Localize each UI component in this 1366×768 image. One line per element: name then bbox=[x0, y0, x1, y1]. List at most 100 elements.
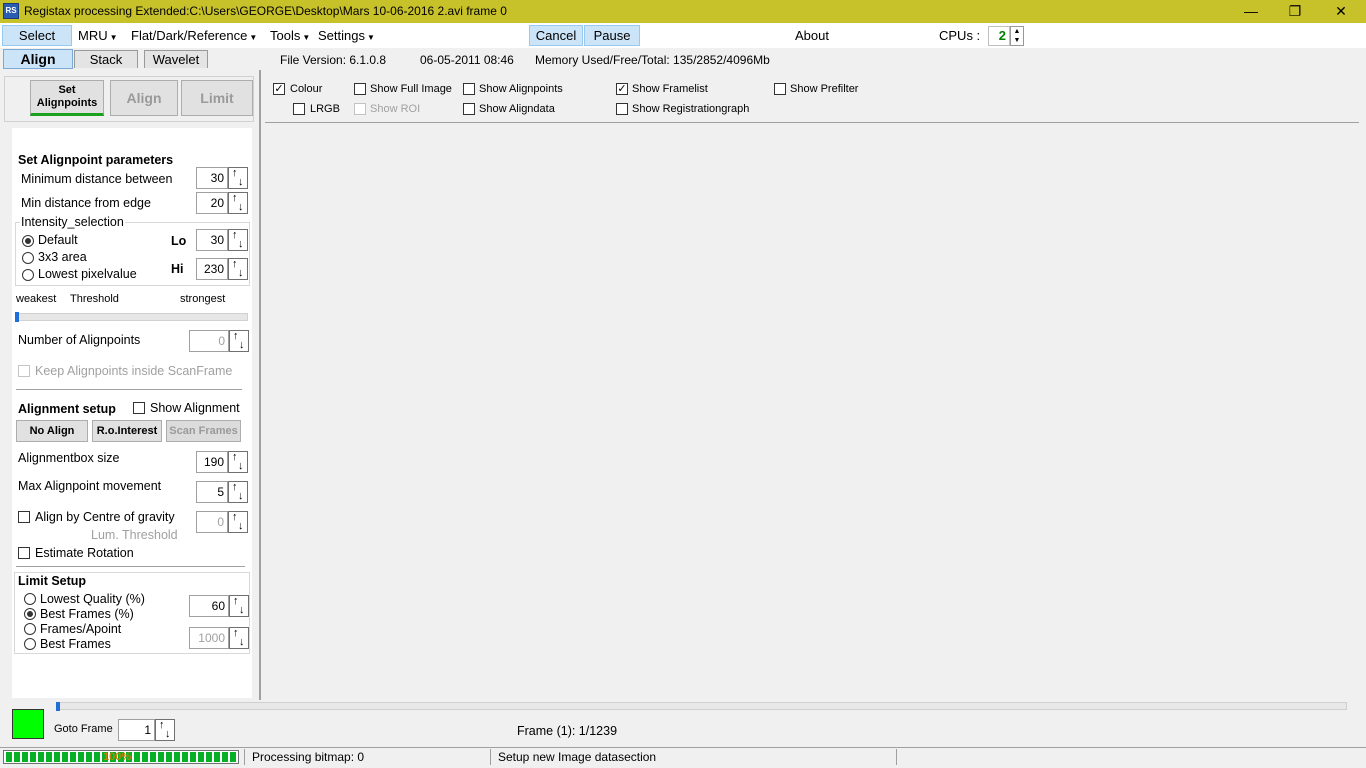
scan-frames-button[interactable]: Scan Frames bbox=[166, 420, 241, 442]
radio-default[interactable] bbox=[22, 235, 34, 247]
minimize-button[interactable]: — bbox=[1228, 0, 1274, 23]
alignbox-label: Alignmentbox size bbox=[18, 451, 120, 465]
tab-align[interactable]: Align bbox=[3, 49, 73, 69]
alignbox-input[interactable]: 190 bbox=[196, 451, 228, 473]
show-aligndata-checkbox[interactable] bbox=[463, 103, 475, 115]
close-button[interactable]: ✕ bbox=[1318, 0, 1364, 23]
radio-lowest-pixel[interactable] bbox=[22, 269, 34, 281]
cpus-spinner[interactable]: ▲ ▼ bbox=[1010, 26, 1024, 46]
show-full-image-label: Show Full Image bbox=[370, 83, 452, 95]
about-menu[interactable]: About bbox=[795, 28, 829, 43]
progress-segment bbox=[198, 752, 204, 762]
frame-slider-thumb[interactable] bbox=[56, 702, 60, 711]
file-date: 06-05-2011 08:46 bbox=[420, 53, 514, 67]
progress-segment bbox=[190, 752, 196, 762]
goto-frame-spinner[interactable]: ↑ ↓ bbox=[155, 719, 175, 741]
pause-button[interactable]: Pause bbox=[584, 25, 640, 46]
weakest-label: weakest bbox=[16, 293, 57, 305]
show-registrationgraph-label: Show Registrationgraph bbox=[632, 103, 750, 115]
show-registrationgraph-checkbox[interactable] bbox=[616, 103, 628, 115]
app-icon: RS bbox=[3, 3, 19, 19]
goto-frame-input[interactable]: 1 bbox=[118, 719, 155, 741]
alignbox-spinner[interactable]: ↑ ↓ bbox=[228, 451, 248, 473]
strongest-label: strongest bbox=[180, 293, 226, 305]
radio-3x3-label: 3x3 area bbox=[38, 250, 87, 264]
tab-wavelet[interactable]: Wavelet bbox=[144, 50, 208, 68]
mru-menu[interactable]: MRU ▼ bbox=[78, 28, 118, 43]
lrgb-checkbox[interactable] bbox=[293, 103, 305, 115]
roi-button[interactable]: R.o.Interest bbox=[92, 420, 162, 442]
divider bbox=[896, 749, 897, 765]
select-menu[interactable]: Select bbox=[2, 25, 72, 46]
tools-menu[interactable]: Tools ▼ bbox=[270, 28, 310, 43]
limit-button[interactable]: Limit bbox=[181, 80, 253, 116]
num-alignpoints-spinner[interactable]: ↑ ↓ bbox=[229, 330, 249, 352]
limit-value-spinner[interactable]: ↑ ↓ bbox=[229, 595, 249, 617]
threshold-slider-thumb[interactable] bbox=[15, 312, 19, 322]
show-prefilter-label: Show Prefilter bbox=[790, 83, 859, 95]
min-edge-label: Min distance from edge bbox=[21, 196, 151, 210]
threshold-slider[interactable] bbox=[15, 313, 248, 321]
no-align-button[interactable]: No Align bbox=[16, 420, 88, 442]
max-move-spinner[interactable]: ↑ ↓ bbox=[228, 481, 248, 503]
lo-label: Lo bbox=[171, 234, 187, 248]
min-distance-input[interactable]: 30 bbox=[196, 167, 228, 189]
hi-input[interactable]: 230 bbox=[196, 258, 228, 280]
progress-segment bbox=[38, 752, 44, 762]
limit-count-input[interactable]: 1000 bbox=[189, 627, 229, 649]
radio-frames-apoint[interactable] bbox=[24, 623, 36, 635]
min-edge-input[interactable]: 20 bbox=[196, 192, 228, 214]
show-roi-checkbox[interactable] bbox=[354, 103, 366, 115]
colour-checkbox[interactable]: ✓ bbox=[273, 83, 285, 95]
radio-best-frames-pct[interactable] bbox=[24, 608, 36, 620]
radio-3x3[interactable] bbox=[22, 252, 34, 264]
show-full-image-checkbox[interactable] bbox=[354, 83, 366, 95]
lo-spinner[interactable]: ↑ ↓ bbox=[228, 229, 248, 251]
progress-segment bbox=[214, 752, 220, 762]
tab-stack[interactable]: Stack bbox=[74, 50, 138, 68]
settings-menu[interactable]: Settings ▼ bbox=[318, 28, 375, 43]
file-version: File Version: 6.1.0.8 bbox=[280, 53, 387, 67]
radio-lowest-quality[interactable] bbox=[24, 593, 36, 605]
keep-inside-checkbox[interactable] bbox=[18, 365, 30, 377]
centre-gravity-spinner[interactable]: ↑ ↓ bbox=[228, 511, 248, 533]
progress-segment bbox=[78, 752, 84, 762]
frame-slider[interactable] bbox=[56, 702, 1347, 710]
align-button[interactable]: Align bbox=[110, 80, 178, 116]
lrgb-label: LRGB bbox=[310, 103, 340, 115]
max-move-input[interactable]: 5 bbox=[196, 481, 228, 503]
alignment-setup-title: Alignment setup bbox=[18, 402, 116, 416]
show-prefilter-checkbox[interactable] bbox=[774, 83, 786, 95]
estimate-rotation-checkbox[interactable] bbox=[18, 547, 30, 559]
cancel-button[interactable]: Cancel bbox=[529, 25, 583, 46]
progress-segment bbox=[30, 752, 36, 762]
progress-segment bbox=[182, 752, 188, 762]
centre-gravity-checkbox[interactable] bbox=[18, 511, 30, 523]
cpus-label: CPUs : bbox=[939, 28, 981, 43]
min-distance-spinner[interactable]: ↑ ↓ bbox=[228, 167, 248, 189]
hi-spinner[interactable]: ↑ ↓ bbox=[228, 258, 248, 280]
limit-value-input[interactable]: 60 bbox=[189, 595, 229, 617]
restore-button[interactable]: ❐ bbox=[1272, 0, 1318, 23]
set-alignpoints-button[interactable]: Set Alignpoints bbox=[30, 80, 104, 116]
show-framelist-checkbox[interactable]: ✓ bbox=[616, 83, 628, 95]
image-view[interactable] bbox=[259, 70, 1365, 700]
set-params-title: Set Alignpoint parameters bbox=[18, 153, 174, 167]
show-alignpoints-checkbox[interactable] bbox=[463, 83, 475, 95]
chevron-down-icon: ▼ bbox=[366, 33, 375, 42]
num-alignpoints-input[interactable]: 0 bbox=[189, 330, 229, 352]
limit-count-spinner[interactable]: ↑ ↓ bbox=[229, 627, 249, 649]
progress-segment bbox=[14, 752, 20, 762]
progress-segment bbox=[166, 752, 172, 762]
flat-dark-reference-menu[interactable]: Flat/Dark/Reference ▼ bbox=[131, 28, 257, 43]
radio-best-frames[interactable] bbox=[24, 638, 36, 650]
progress-segment bbox=[230, 752, 236, 762]
cpus-input[interactable]: 2 bbox=[988, 26, 1010, 46]
show-alignment-label: Show Alignment bbox=[150, 401, 240, 415]
lo-input[interactable]: 30 bbox=[196, 229, 228, 251]
divider bbox=[16, 566, 245, 569]
centre-gravity-input[interactable]: 0 bbox=[196, 511, 228, 533]
progress-segment bbox=[70, 752, 76, 762]
show-alignment-checkbox[interactable] bbox=[133, 402, 145, 414]
min-edge-spinner[interactable]: ↑ ↓ bbox=[228, 192, 248, 214]
